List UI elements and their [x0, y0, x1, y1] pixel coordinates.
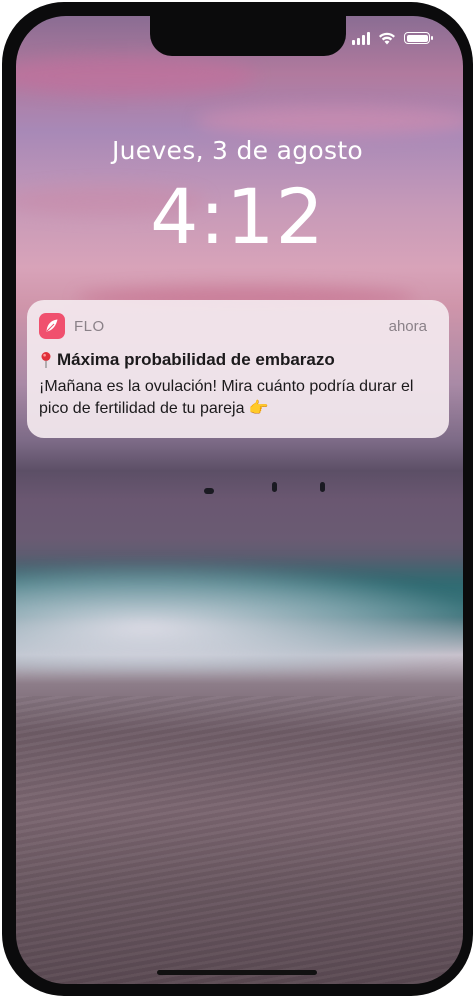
cloud-streak — [196, 106, 463, 136]
cloud-streak — [16, 56, 256, 96]
battery-icon — [404, 32, 433, 44]
cellular-signal-icon — [352, 31, 370, 45]
wifi-icon — [379, 32, 395, 44]
notification-time: ahora — [388, 317, 427, 335]
surfer — [320, 482, 325, 492]
wave-foam — [16, 561, 463, 671]
lock-screen-time: 4:12 — [150, 172, 325, 261]
round-pushpin-icon — [41, 352, 51, 368]
feather-icon — [46, 319, 58, 332]
notification-app-name: FLO — [74, 317, 105, 335]
surfer — [204, 488, 214, 494]
home-indicator[interactable] — [157, 970, 317, 975]
notification-header: FLO ahora — [39, 312, 437, 340]
lock-screen-date: Jueves, 3 de agosto — [111, 136, 364, 165]
notification-card[interactable]: FLO ahora Máxima probabilidad de embaraz… — [27, 300, 449, 438]
notification-title: Máxima probabilidad de embarazo — [57, 350, 335, 369]
sand — [16, 696, 463, 984]
camera-notch — [150, 14, 346, 56]
surfer — [272, 482, 277, 492]
notification-title-row: Máxima probabilidad de embarazo — [39, 350, 437, 370]
flo-app-icon — [39, 313, 65, 339]
notification-body: ¡Mañana es la ovulación! Mira cuánto pod… — [39, 378, 414, 417]
status-bar — [352, 30, 433, 46]
